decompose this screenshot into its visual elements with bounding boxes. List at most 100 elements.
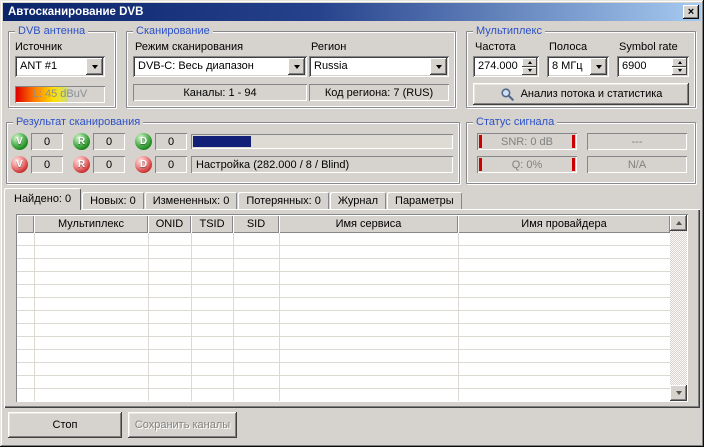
grid-header-tsid[interactable]: TSID (191, 215, 233, 233)
dialog-autoscan-dvb: Автосканирование DVB × DVB антенна Источ… (0, 0, 704, 447)
grid-header-indicator (17, 215, 34, 233)
video-fail-count: 0 (31, 156, 63, 173)
snr-extra-value: --- (632, 136, 643, 148)
grid-vline (148, 233, 149, 401)
group-scanning: Сканирование Режим сканирования DVB-C: В… (126, 31, 456, 108)
group-title-antenna: DVB антенна (15, 25, 88, 38)
radio-fail-count: 0 (93, 156, 125, 173)
signal-level-meter: L: 45 dBuV (15, 86, 105, 103)
bandwidth-value: 8 МГц (552, 60, 583, 72)
frequency-spinner[interactable]: 274.000 (473, 56, 539, 77)
close-button[interactable]: × (683, 5, 699, 19)
group-title-multiplex: Мультиплекс (473, 25, 545, 38)
grid-vline (191, 233, 192, 401)
scrollbar-down-button[interactable] (670, 385, 687, 401)
group-title-signal-status: Статус сигнала (473, 116, 557, 129)
title-bar[interactable]: Автосканирование DVB × (3, 3, 701, 21)
tab-content-panel: Мультиплекс ONID TSID SID Имя сервиса Им… (4, 209, 700, 408)
grid-header-provider-name[interactable]: Имя провайдера (458, 215, 670, 233)
stop-button[interactable]: Стоп (8, 412, 122, 438)
spinner-buttons (522, 58, 537, 75)
bandwidth-select[interactable]: 8 МГц (547, 56, 609, 77)
region-code-text: Код региона: 7 (RUS) (325, 87, 433, 99)
tab-parameters[interactable]: Параметры (387, 192, 462, 209)
tab-new[interactable]: Новых: 0 (82, 192, 144, 209)
scan-progress-fill (193, 136, 251, 147)
scrollbar-up-button[interactable] (670, 215, 687, 231)
grid-vline (34, 233, 35, 401)
channels-range-text: Каналы: 1 - 94 (183, 87, 256, 99)
scan-mode-select[interactable]: DVB-C: Весь диапазон (133, 56, 307, 77)
analyze-stream-label: Анализ потока и статистика (521, 88, 663, 100)
video-ok-count: 0 (31, 133, 63, 150)
dropdown-arrow-icon[interactable] (86, 58, 103, 75)
spin-down-button[interactable] (672, 67, 687, 76)
dropdown-arrow-icon[interactable] (288, 58, 305, 75)
quality-text: Q: 0% (512, 159, 543, 171)
data-fail-indicator-icon: D (135, 156, 152, 173)
bandwidth-label: Полоса (549, 41, 587, 53)
group-title-scanning: Сканирование (133, 25, 213, 38)
spin-up-button[interactable] (522, 58, 537, 67)
spin-up-button[interactable] (672, 58, 687, 67)
arrow-up-icon (676, 218, 682, 225)
group-signal-status: Статус сигнала SNR: 0 dB --- Q: 0% N/A (466, 122, 696, 184)
antenna-source-value: ANT #1 (20, 60, 57, 72)
grid-header-onid[interactable]: ONID (148, 215, 191, 233)
snr-extra-panel: --- (587, 133, 687, 150)
group-scan-result: Результат сканирования V 0 R 0 D 0 V 0 R… (6, 122, 460, 184)
arrow-down-icon (676, 391, 682, 398)
tab-changed[interactable]: Измененных: 0 (145, 192, 238, 209)
grid-vline (458, 233, 459, 401)
window-title: Автосканирование DVB (3, 6, 143, 18)
radio-ok-indicator-icon: R (73, 133, 90, 150)
region-label: Регион (311, 41, 346, 53)
scan-mode-value: DVB-C: Весь диапазон (138, 60, 254, 72)
tab-bar: Найдено: 0 Новых: 0 Измененных: 0 Потеря… (4, 188, 463, 210)
antenna-source-select[interactable]: ANT #1 (15, 56, 105, 77)
symbol-rate-label: Symbol rate (619, 41, 678, 53)
tab-lost[interactable]: Потерянных: 0 (238, 192, 329, 209)
grid-vline (233, 233, 234, 401)
symbol-rate-value: 6900 (622, 60, 646, 72)
quality-extra-value: N/A (628, 159, 646, 171)
grid-scrollbar[interactable] (670, 215, 687, 401)
channels-range-panel: Каналы: 1 - 94 (133, 84, 307, 101)
radio-ok-count: 0 (93, 133, 125, 150)
grid-header-service-name[interactable]: Имя сервиса (279, 215, 458, 233)
dropdown-arrow-icon[interactable] (430, 58, 447, 75)
grid-header-multiplex[interactable]: Мультиплекс (34, 215, 148, 233)
video-ok-indicator-icon: V (11, 133, 28, 150)
quality-extra-panel: N/A (587, 156, 687, 173)
signal-level-text: L: 45 dBuV (15, 88, 105, 100)
region-value: Russia (314, 60, 348, 72)
grid-header-row: Мультиплекс ONID TSID SID Имя сервиса Им… (17, 215, 670, 233)
grid-vline (279, 233, 280, 401)
video-fail-indicator-icon: V (11, 156, 28, 173)
source-label: Источник (15, 41, 62, 53)
data-ok-indicator-icon: D (135, 133, 152, 150)
dropdown-arrow-icon[interactable] (590, 58, 607, 75)
region-select[interactable]: Russia (309, 56, 449, 77)
scan-status-panel: Настройка (282.000 / 8 / Blind) (191, 156, 453, 173)
spinner-buttons (672, 58, 687, 75)
group-title-scan-result: Результат сканирования (13, 116, 143, 129)
scrollbar-track[interactable] (670, 231, 687, 385)
magnifier-icon (500, 87, 515, 102)
scan-status-text: Настройка (282.000 / 8 / Blind) (196, 159, 349, 171)
close-icon: × (688, 7, 694, 18)
save-channels-button[interactable]: Сохранить каналы (128, 412, 237, 438)
region-code-panel: Код региона: 7 (RUS) (309, 84, 449, 101)
grid-body[interactable] (17, 233, 670, 401)
frequency-value: 274.000 (478, 60, 518, 72)
spin-down-button[interactable] (522, 67, 537, 76)
analyze-stream-button[interactable]: Анализ потока и статистика (473, 83, 689, 105)
tab-log[interactable]: Журнал (330, 192, 386, 209)
snr-text: SNR: 0 dB (501, 136, 553, 148)
snr-meter: SNR: 0 dB (477, 133, 577, 150)
symbol-rate-spinner[interactable]: 6900 (617, 56, 689, 77)
group-multiplex: Мультиплекс Частота 274.000 Полоса 8 МГц… (466, 31, 696, 108)
tab-found[interactable]: Найдено: 0 (4, 188, 81, 210)
group-dvb-antenna: DVB антенна Источник ANT #1 L: 45 dBuV (8, 31, 116, 108)
grid-header-sid[interactable]: SID (233, 215, 279, 233)
